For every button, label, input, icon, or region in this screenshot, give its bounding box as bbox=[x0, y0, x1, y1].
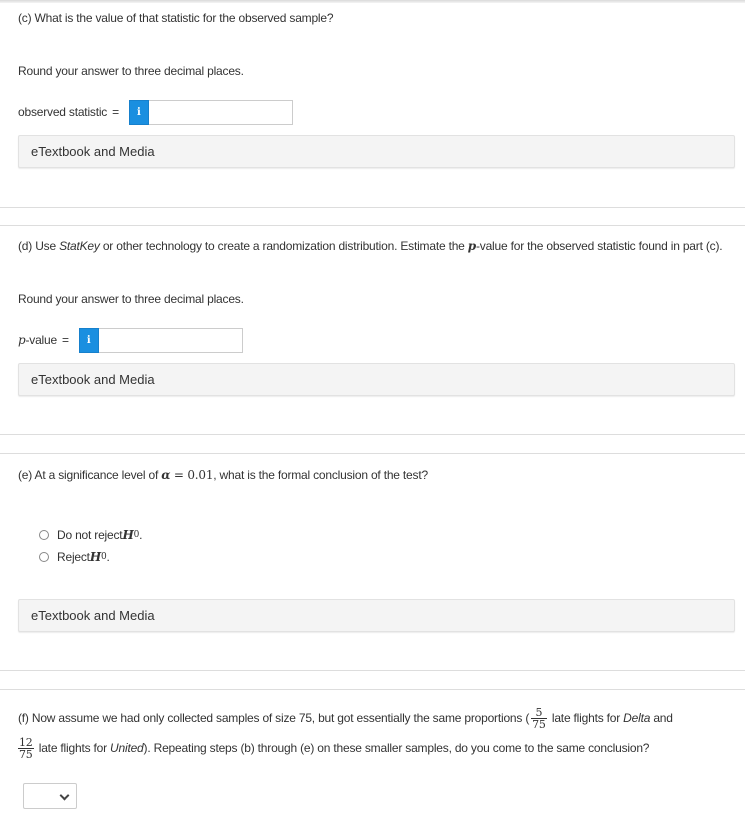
question-text: (e) At a significance level of bbox=[18, 468, 162, 482]
etextbook-label: eTextbook and Media bbox=[31, 144, 155, 159]
delta-text: Delta bbox=[623, 711, 651, 725]
radio-option-reject[interactable]: Reject H0. bbox=[39, 546, 142, 568]
question-text: (f) Now assume we had only collected sam… bbox=[18, 711, 530, 725]
h-symbol: H bbox=[89, 549, 101, 564]
question-text: , what is the formal conclusion of the t… bbox=[213, 468, 428, 482]
etextbook-media-c[interactable]: eTextbook and Media bbox=[18, 135, 735, 168]
info-icon[interactable]: i bbox=[78, 328, 99, 353]
equals-sign: = bbox=[170, 468, 188, 482]
part-d-instruction: Round your answer to three decimal place… bbox=[18, 292, 244, 306]
question-text: ). Repeating steps (b) through (e) on th… bbox=[143, 741, 650, 755]
radio-button[interactable] bbox=[39, 552, 49, 562]
observed-statistic-row: observed statistic = i bbox=[18, 100, 293, 125]
chevron-down-icon bbox=[59, 790, 70, 801]
question-text: or other technology to create a randomiz… bbox=[99, 239, 468, 253]
p-symbol: p bbox=[467, 239, 476, 253]
separator bbox=[0, 453, 745, 454]
part-f-question: (f) Now assume we had only collected sam… bbox=[18, 703, 738, 763]
etextbook-media-e[interactable]: eTextbook and Media bbox=[18, 599, 735, 632]
statkey-text: StatKey bbox=[59, 239, 100, 253]
part-c-question: (c) What is the value of that statistic … bbox=[18, 11, 334, 25]
fraction-denominator: 75 bbox=[531, 718, 547, 732]
p-value-label-text: -value bbox=[25, 333, 57, 347]
equals-sign: = bbox=[61, 333, 69, 347]
question-text: late flights for bbox=[548, 711, 624, 725]
separator bbox=[0, 689, 745, 690]
equals-sign: = bbox=[112, 105, 119, 119]
top-border bbox=[0, 0, 745, 3]
option-label: Reject bbox=[57, 549, 90, 564]
separator bbox=[0, 434, 745, 435]
question-text: late flights for bbox=[35, 741, 111, 755]
part-c-instruction: Round your answer to three decimal place… bbox=[18, 64, 244, 78]
p-value-input[interactable] bbox=[98, 328, 243, 353]
same-conclusion-select[interactable] bbox=[23, 783, 77, 809]
separator bbox=[0, 207, 745, 208]
observed-statistic-input[interactable] bbox=[148, 100, 293, 125]
alpha-symbol: α bbox=[161, 468, 171, 482]
etextbook-media-d[interactable]: eTextbook and Media bbox=[18, 363, 735, 396]
fraction-united: 12 75 bbox=[18, 737, 34, 760]
h-symbol: H bbox=[122, 527, 134, 542]
question-text: (d) Use bbox=[18, 239, 60, 253]
question-text: -value for the observed statistic found … bbox=[475, 239, 723, 253]
alpha-value: 0.01 bbox=[187, 468, 214, 482]
period: . bbox=[106, 549, 110, 564]
info-icon[interactable]: i bbox=[128, 100, 149, 125]
period: . bbox=[139, 527, 143, 542]
conclusion-radio-group: Do not reject H0. Reject H0. bbox=[39, 524, 142, 568]
observed-statistic-label: observed statistic bbox=[18, 105, 108, 119]
fraction-numerator: 12 bbox=[19, 736, 33, 750]
radio-option-do-not-reject[interactable]: Do not reject H0. bbox=[39, 524, 142, 546]
etextbook-label: eTextbook and Media bbox=[31, 372, 155, 387]
question-text: and bbox=[650, 711, 673, 725]
p-value-label: p-value bbox=[18, 331, 57, 350]
fraction-numerator: 5 bbox=[535, 706, 543, 720]
fraction-denominator: 75 bbox=[18, 748, 34, 762]
p-value-row: p-value = i bbox=[18, 328, 243, 353]
option-label: Do not reject bbox=[57, 527, 123, 542]
united-text: United bbox=[110, 741, 144, 755]
part-e-question: (e) At a significance level of α = 0.01,… bbox=[18, 466, 428, 485]
separator bbox=[0, 225, 745, 226]
part-d-question: (d) Use StatKey or other technology to c… bbox=[18, 237, 730, 256]
radio-button[interactable] bbox=[39, 530, 49, 540]
separator bbox=[0, 670, 745, 671]
fraction-delta: 5 75 bbox=[531, 707, 547, 730]
etextbook-label: eTextbook and Media bbox=[31, 608, 155, 623]
